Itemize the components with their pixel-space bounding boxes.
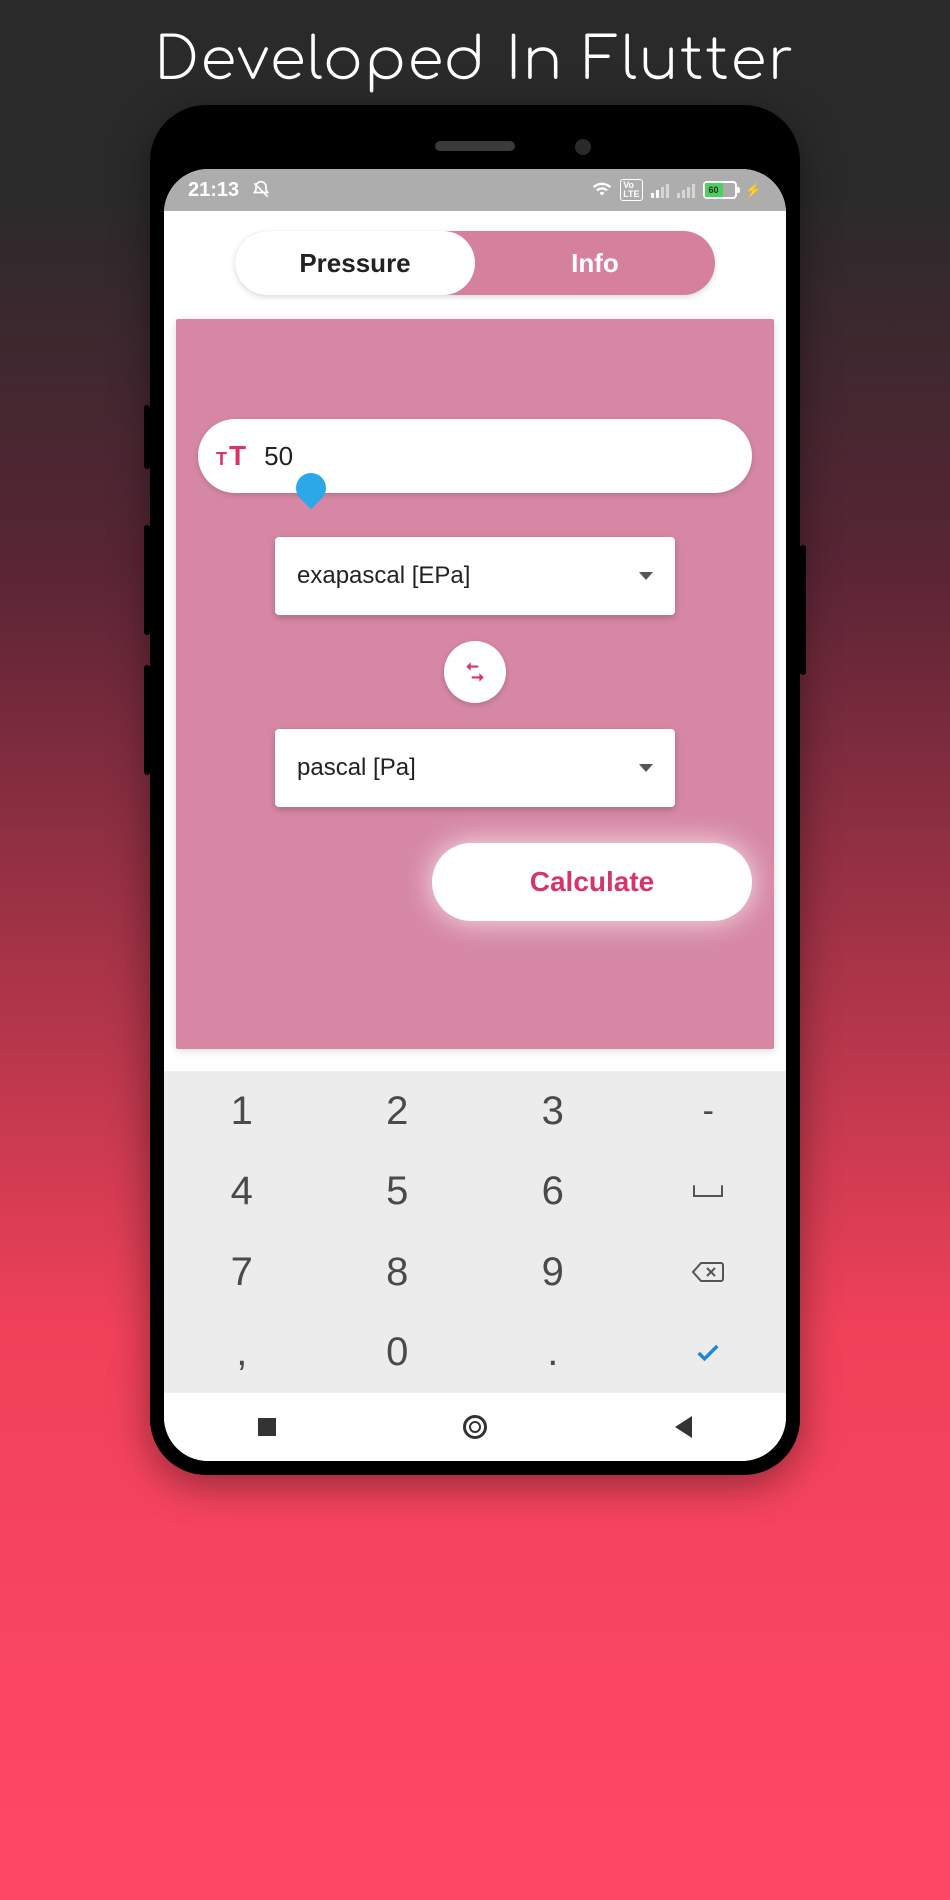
from-unit-select[interactable]: exapascal [EPa] — [275, 537, 675, 615]
key-comma[interactable]: , — [164, 1313, 320, 1394]
text-size-icon: TT — [216, 442, 246, 470]
numeric-keypad: 1 2 3 - 4 5 6 7 8 9 , 0 . — [164, 1071, 786, 1393]
tab-info[interactable]: Info — [475, 231, 715, 295]
value-input[interactable] — [264, 441, 724, 472]
charging-icon: ⚡ — [745, 182, 762, 199]
key-2[interactable]: 2 — [320, 1071, 476, 1152]
key-space[interactable] — [631, 1152, 787, 1233]
signal-2-icon — [677, 182, 695, 198]
to-unit-select[interactable]: pascal [Pa] — [275, 729, 675, 807]
key-period[interactable]: . — [475, 1313, 631, 1394]
nav-recent-icon[interactable] — [258, 1418, 276, 1436]
phone-frame: 21:13 VoLTE 60 ⚡ Pressure Info — [150, 105, 800, 1475]
status-bar: 21:13 VoLTE 60 ⚡ — [164, 169, 786, 211]
key-minus[interactable]: - — [631, 1071, 787, 1152]
key-5[interactable]: 5 — [320, 1152, 476, 1233]
wifi-icon — [592, 179, 612, 202]
key-7[interactable]: 7 — [164, 1232, 320, 1313]
front-camera — [575, 139, 591, 155]
key-1[interactable]: 1 — [164, 1071, 320, 1152]
key-enter[interactable] — [631, 1313, 787, 1394]
notifications-off-icon — [251, 180, 271, 200]
key-4[interactable]: 4 — [164, 1152, 320, 1233]
tab-pressure[interactable]: Pressure — [235, 231, 475, 295]
signal-1-icon — [651, 182, 669, 198]
nav-back-icon[interactable] — [675, 1416, 692, 1438]
to-unit-label: pascal [Pa] — [297, 754, 416, 782]
volume-down-button — [144, 665, 150, 775]
key-6[interactable]: 6 — [475, 1152, 631, 1233]
key-0[interactable]: 0 — [320, 1313, 476, 1394]
android-nav-bar — [164, 1393, 786, 1461]
power-button — [800, 545, 806, 675]
side-button — [144, 405, 150, 469]
promo-headline: Developed In Flutter — [155, 28, 796, 93]
calculate-button[interactable]: Calculate — [432, 843, 752, 921]
status-time: 21:13 — [188, 179, 239, 202]
text-cursor-handle[interactable] — [290, 467, 332, 509]
key-9[interactable]: 9 — [475, 1232, 631, 1313]
key-backspace[interactable] — [631, 1232, 787, 1313]
speaker-slot — [435, 141, 515, 151]
swap-units-button[interactable] — [444, 641, 506, 703]
volte-icon: VoLTE — [620, 179, 642, 201]
from-unit-label: exapascal [EPa] — [297, 562, 470, 590]
screen: 21:13 VoLTE 60 ⚡ Pressure Info — [164, 169, 786, 1461]
volume-up-button — [144, 525, 150, 635]
chevron-down-icon — [639, 572, 653, 580]
key-3[interactable]: 3 — [475, 1071, 631, 1152]
chevron-down-icon — [639, 764, 653, 772]
battery-icon: 60 — [703, 181, 737, 199]
tabs-container: Pressure Info — [164, 211, 786, 307]
converter-card: TT exapascal [EPa] pascal [Pa] Calculate — [176, 319, 774, 1049]
nav-home-icon[interactable] — [463, 1415, 487, 1439]
value-input-container: TT — [198, 419, 752, 493]
key-8[interactable]: 8 — [320, 1232, 476, 1313]
